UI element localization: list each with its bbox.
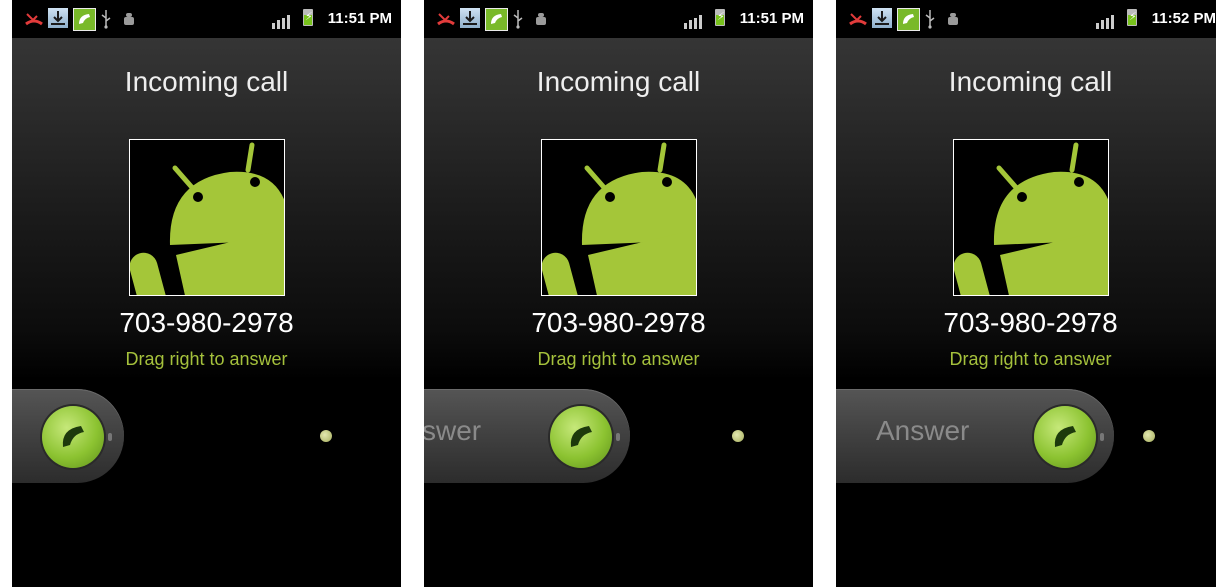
caller-number: 703-980-2978 (943, 307, 1118, 338)
answer-target-dot (320, 430, 332, 442)
answer-handle[interactable] (42, 406, 104, 468)
status-clock: 11:52 PM (1151, 10, 1216, 27)
signal-icon (1096, 14, 1118, 33)
answer-hint: Drag right to answer (949, 349, 1112, 369)
android-robot-icon (542, 140, 696, 295)
answer-slider[interactable]: Answer (836, 389, 1114, 483)
call-active-icon (897, 8, 920, 31)
usb-icon (100, 9, 112, 33)
debug-icon (533, 11, 549, 31)
android-robot-icon (130, 140, 284, 295)
slider-notch (1100, 433, 1104, 441)
incoming-call-screen-1: ⚡ 11:51 PM Incoming call 703-980-2978 Dr… (12, 0, 401, 587)
android-robot-icon (954, 140, 1108, 295)
caller-number: 703-980-2978 (531, 307, 706, 338)
call-active-icon (73, 8, 96, 31)
missed-call-icon (849, 11, 867, 31)
phone-handset-icon (62, 426, 84, 447)
call-title: Incoming call (536, 66, 701, 97)
answer-hint: Drag right to answer (537, 349, 700, 369)
download-icon (48, 8, 68, 28)
slider-notch (616, 433, 620, 441)
call-active-icon (485, 8, 508, 31)
signal-icon (684, 14, 706, 33)
answer-slider[interactable]: swer (424, 389, 630, 483)
signal-icon (272, 14, 294, 33)
usb-icon (924, 9, 936, 33)
battery-charging-icon: ⚡ (1127, 9, 1137, 26)
missed-call-icon (25, 11, 43, 31)
contact-photo (541, 139, 697, 296)
answer-hint: Drag right to answer (125, 349, 288, 369)
answer-target-dot (1143, 430, 1155, 442)
debug-icon (121, 11, 137, 31)
contact-photo (129, 139, 285, 296)
phone-handset-icon (570, 426, 592, 447)
download-icon (872, 8, 892, 28)
status-clock: 11:51 PM (327, 10, 392, 27)
call-title: Incoming call (124, 66, 289, 97)
download-icon (460, 8, 480, 28)
status-bar: ⚡ 11:52 PM (836, 0, 1216, 38)
call-title: Incoming call (948, 66, 1113, 97)
incoming-call-screen-2: ⚡ 11:51 PM Incoming call 703-980-2978 Dr… (424, 0, 813, 587)
usb-icon (512, 9, 524, 33)
answer-handle[interactable] (550, 406, 612, 468)
slider-label: Answer (876, 415, 970, 446)
battery-charging-icon: ⚡ (303, 9, 313, 26)
missed-call-icon (437, 11, 455, 31)
slider-notch (108, 433, 112, 441)
battery-charging-icon: ⚡ (715, 9, 725, 26)
answer-slider[interactable] (12, 389, 124, 483)
debug-icon (945, 11, 961, 31)
status-bar: ⚡ 11:51 PM (12, 0, 401, 38)
answer-target-dot (732, 430, 744, 442)
slider-label: swer (424, 415, 482, 446)
incoming-call-screen-3: ⚡ 11:52 PM Incoming call 703-980-2978 Dr… (836, 0, 1216, 587)
status-clock: 11:51 PM (739, 10, 804, 27)
caller-number: 703-980-2978 (119, 307, 294, 338)
contact-photo (953, 139, 1109, 296)
answer-handle[interactable] (1034, 406, 1096, 468)
phone-handset-icon (1054, 426, 1076, 447)
status-bar: ⚡ 11:51 PM (424, 0, 813, 38)
